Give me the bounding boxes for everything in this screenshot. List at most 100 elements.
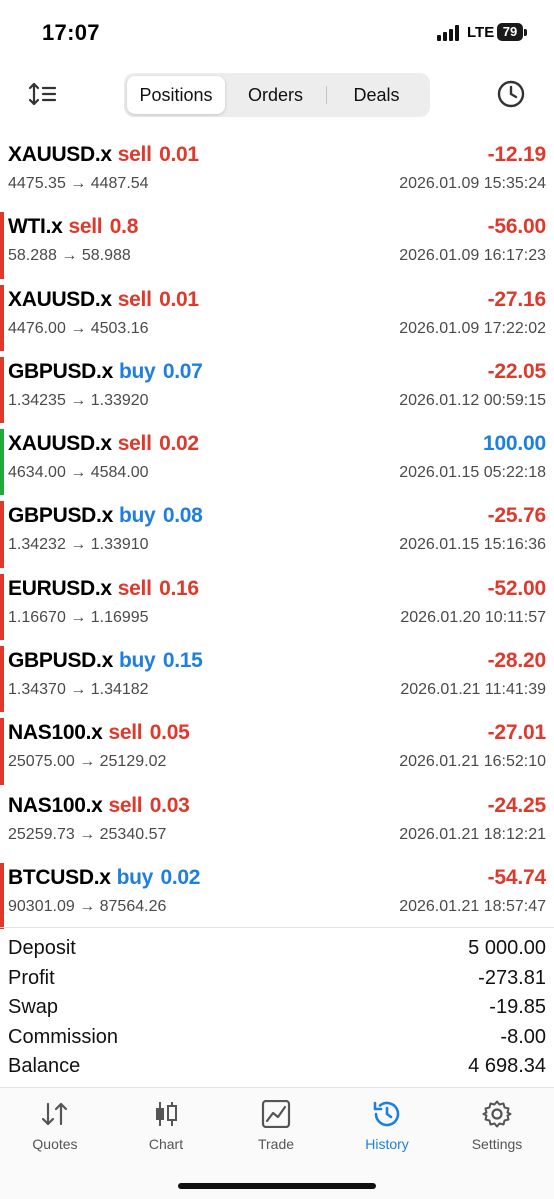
deal-marker	[0, 718, 4, 785]
deal-side: sell	[117, 143, 152, 166]
clock-icon[interactable]	[496, 79, 526, 109]
deal-row[interactable]: EURUSD.x sell 0.16 -52.00 1.16670 → 1.169…	[0, 571, 554, 643]
summary-label: Deposit	[8, 937, 76, 960]
deal-datetime: 2026.01.15 15:16:36	[399, 536, 546, 554]
deal-prices: 1.16670 → 1.16995	[8, 608, 149, 626]
deals-list: XAUUSD.x sell 0.01 -12.19 4475.35 → 4487.…	[0, 137, 554, 932]
gear-icon	[482, 1100, 512, 1128]
deal-symbol: NAS100.x	[8, 793, 103, 817]
deal-volume: 0.8	[109, 215, 139, 239]
deal-volume: 0.03	[149, 793, 190, 817]
deal-profit: -12.19	[487, 143, 547, 166]
top-bar: Positions Orders Deals	[0, 70, 554, 118]
nav-trade-label: Trade	[257, 1136, 295, 1152]
summary-row: Profit -273.81	[0, 964, 554, 994]
quotes-icon	[41, 1102, 68, 1126]
signal-icon	[437, 25, 459, 41]
deal-symbol: XAUUSD.x	[8, 143, 112, 166]
deal-profit: -24.25	[487, 793, 547, 817]
deal-datetime: 2026.01.21 11:41:39	[400, 681, 546, 699]
deal-symbol: GBPUSD.x	[8, 649, 113, 673]
nav-settings[interactable]: Settings	[447, 1100, 547, 1152]
deal-prices: 1.34235 → 1.33920	[8, 391, 149, 409]
nav-chart-label: Chart	[148, 1136, 184, 1152]
deal-row[interactable]: NAS100.x sell 0.05 -27.01 25075.00 → 2512…	[0, 715, 554, 787]
tab-orders[interactable]: Orders	[225, 76, 326, 114]
nav-quotes[interactable]: Quotes	[5, 1100, 105, 1152]
history-icon	[373, 1101, 400, 1127]
nav-history[interactable]: History	[337, 1100, 437, 1152]
deal-volume: 0.08	[162, 504, 203, 528]
deal-profit: -54.74	[487, 865, 547, 889]
deal-profit: -25.76	[487, 504, 547, 528]
deal-side: sell	[108, 721, 143, 745]
deal-row[interactable]: BTCUSD.x buy 0.02 -54.74 90301.09 → 87564…	[0, 860, 554, 932]
nav-trade[interactable]: Trade	[226, 1100, 326, 1152]
deal-prices: 25075.00 → 25129.02	[8, 753, 167, 771]
deal-side: sell	[117, 576, 152, 600]
deal-side: sell	[117, 287, 152, 311]
deal-datetime: 2026.01.21 16:52:10	[399, 753, 546, 771]
deal-datetime: 2026.01.15 05:22:18	[399, 464, 546, 482]
deal-row[interactable]: GBPUSD.x buy 0.08 -25.76 1.34232 → 1.3391…	[0, 498, 554, 570]
summary-value: 4 698.34	[468, 1055, 546, 1078]
deal-volume: 0.07	[162, 359, 203, 383]
deal-datetime: 2026.01.21 18:12:21	[399, 825, 546, 843]
deal-datetime: 2026.01.09 15:35:24	[399, 175, 546, 192]
deal-row[interactable]: WTI.x sell 0.8 -56.00 58.288 → 58.988 202…	[0, 209, 554, 281]
summary-label: Commission	[8, 1025, 119, 1048]
deal-profit: -52.00	[487, 576, 547, 600]
deal-profit: 100.00	[482, 432, 546, 456]
deal-marker	[0, 862, 4, 930]
nav-settings-label: Settings	[471, 1136, 523, 1152]
deal-volume: 0.05	[149, 721, 190, 745]
deal-datetime: 2026.01.20 10:11:57	[400, 608, 546, 626]
summary-value: 5 000.00	[468, 937, 546, 960]
nav-history-label: History	[365, 1136, 409, 1152]
deal-side: buy	[118, 504, 156, 528]
deal-symbol: XAUUSD.x	[8, 287, 112, 311]
deal-datetime: 2026.01.12 00:59:15	[399, 391, 546, 409]
deal-profit: -22.05	[487, 359, 547, 383]
deal-datetime: 2026.01.09 16:17:23	[399, 247, 546, 265]
deal-prices: 25259.73 → 25340.57	[8, 825, 167, 843]
sort-icon[interactable]	[28, 80, 58, 108]
deal-volume: 0.02	[160, 865, 201, 889]
deal-symbol: NAS100.x	[8, 721, 103, 745]
tab-positions[interactable]: Positions	[127, 76, 225, 114]
account-summary: Deposit 5 000.00 Profit -273.81 Swap -19.8…	[0, 927, 554, 1082]
summary-value: -19.85	[489, 996, 546, 1019]
status-bar: 17:07 LTE 79	[0, 0, 554, 64]
deal-row[interactable]: NAS100.x sell 0.03 -24.25 25259.73 → 2534…	[0, 788, 554, 860]
deal-row[interactable]: XAUUSD.x sell 0.01 -27.16 4476.00 → 4503.…	[0, 282, 554, 354]
deal-row[interactable]: XAUUSD.x sell 0.02 100.00 4634.00 → 4584.…	[0, 426, 554, 498]
battery-tip	[524, 29, 527, 36]
deal-marker	[0, 212, 4, 279]
deal-marker	[0, 646, 4, 713]
deal-marker	[0, 356, 4, 424]
summary-label: Swap	[8, 996, 59, 1019]
deal-volume: 0.16	[159, 576, 199, 600]
history-segmented-control: Positions Orders Deals	[124, 73, 430, 117]
deal-symbol: GBPUSD.x	[8, 504, 113, 528]
deal-side: sell	[68, 215, 103, 239]
battery-icon: 79	[497, 23, 523, 41]
deal-side: buy	[118, 359, 156, 383]
tab-deals[interactable]: Deals	[326, 76, 427, 114]
deal-prices: 1.34232 → 1.33910	[8, 536, 149, 554]
nav-quotes-label: Quotes	[32, 1136, 78, 1152]
summary-value: -8.00	[500, 1025, 546, 1048]
nav-chart[interactable]: Chart	[116, 1100, 216, 1152]
deal-symbol: BTCUSD.x	[8, 865, 111, 889]
deal-row[interactable]: GBPUSD.x buy 0.15 -28.20 1.34370 → 1.3418…	[0, 643, 554, 715]
home-indicator	[178, 1183, 376, 1189]
deal-row[interactable]: XAUUSD.x sell 0.01 -12.19 4475.35 → 4487.…	[0, 137, 554, 209]
deal-volume: 0.02	[159, 432, 199, 456]
deal-profit: -27.01	[487, 721, 547, 745]
deal-marker	[0, 429, 4, 496]
chart-candles-icon	[156, 1102, 177, 1126]
deal-row[interactable]: GBPUSD.x buy 0.07 -22.05 1.34235 → 1.3392…	[0, 354, 554, 426]
deal-prices: 90301.09 → 87564.26	[8, 897, 167, 915]
deal-symbol: GBPUSD.x	[8, 359, 113, 383]
deal-profit: -28.20	[487, 649, 547, 673]
